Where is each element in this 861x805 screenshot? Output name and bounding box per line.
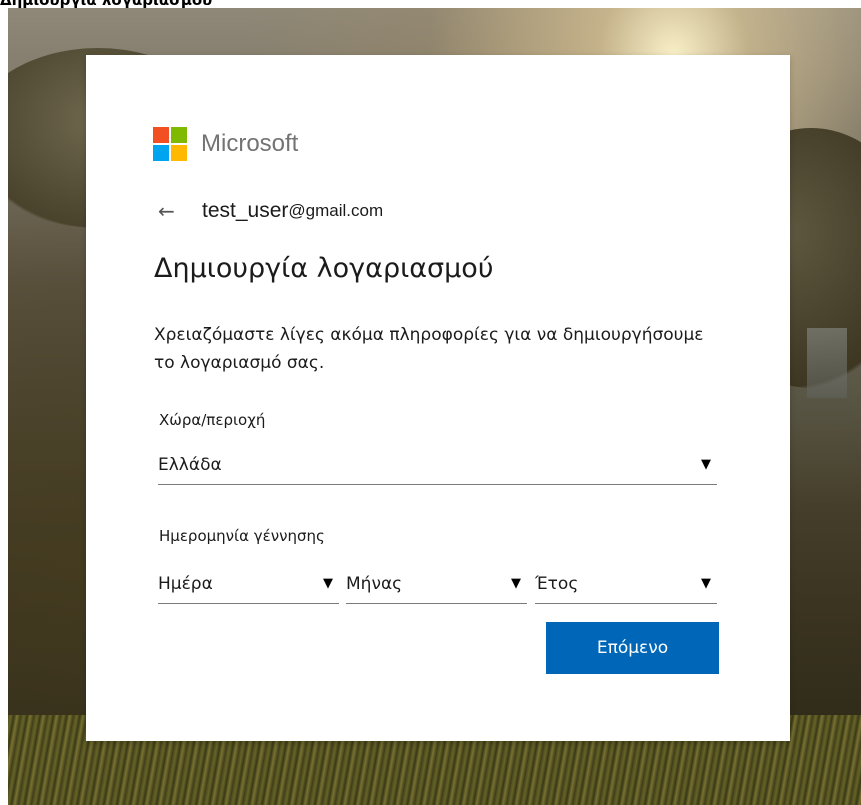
logo-square-red xyxy=(153,127,169,143)
day-value: Ημέρα xyxy=(158,573,213,594)
month-value: Μήνας xyxy=(346,573,403,594)
identity-domain: @gmail.com xyxy=(288,201,384,220)
identity-username: test_user xyxy=(202,199,289,222)
page-title: Δημιουργία λογαριασμού xyxy=(154,253,494,284)
identity-banner: ← test_user @gmail.com xyxy=(158,199,383,223)
back-arrow-icon[interactable]: ← xyxy=(158,199,198,223)
year-value: Έτος xyxy=(535,573,579,594)
birthdate-label: Ημερομηνία γέννησης xyxy=(159,527,325,545)
chevron-down-icon: ▼ xyxy=(511,576,521,591)
microsoft-logo: Microsoft xyxy=(153,127,298,161)
country-label: Χώρα/περιοχή xyxy=(159,411,266,429)
chevron-down-icon: ▼ xyxy=(323,576,333,591)
month-select[interactable]: Μήνας ▼ xyxy=(346,564,527,604)
country-value: Ελλάδα xyxy=(158,454,222,475)
brand-name: Microsoft xyxy=(201,130,299,157)
day-select[interactable]: Ημέρα ▼ xyxy=(158,564,339,604)
logo-square-green xyxy=(171,127,187,143)
logo-square-yellow xyxy=(171,145,187,161)
microsoft-logo-icon xyxy=(153,127,187,161)
country-select[interactable]: Ελλάδα ▼ xyxy=(158,445,717,485)
logo-square-blue xyxy=(153,145,169,161)
background-buildings xyxy=(807,328,847,398)
chevron-down-icon: ▼ xyxy=(701,457,711,472)
cropped-title-text: Δημιουργία λογαριασμού xyxy=(0,0,213,9)
description-text: Χρειαζόμαστε λίγες ακόμα πληροφορίες για… xyxy=(154,325,704,373)
signup-card: Microsoft ← test_user @gmail.com Δημιουρ… xyxy=(86,55,790,741)
next-button[interactable]: Επόμενο xyxy=(546,622,719,674)
year-select[interactable]: Έτος ▼ xyxy=(535,564,717,604)
chevron-down-icon: ▼ xyxy=(701,576,711,591)
